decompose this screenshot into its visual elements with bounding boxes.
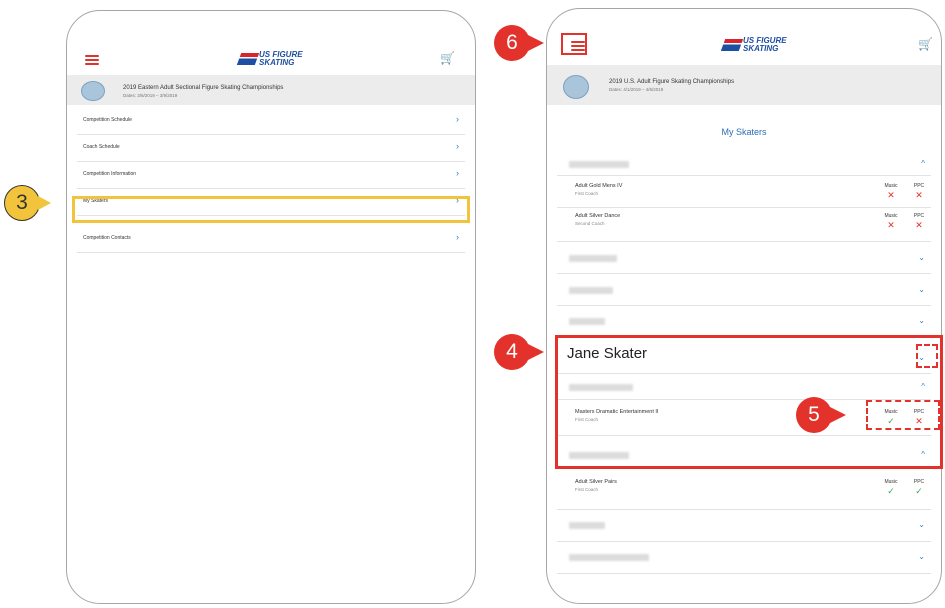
hamburger-menu-icon[interactable]: [85, 55, 99, 65]
logo-text: US FIGURE SKATING: [259, 50, 303, 67]
callout-3: 3: [4, 185, 51, 221]
redacted-skater-name: [569, 161, 629, 168]
check-mark-icon: ✓: [915, 486, 923, 496]
cart-icon[interactable]: 🛒: [918, 37, 933, 51]
ppc-label: PPC: [913, 479, 925, 485]
skater-header[interactable]: ⌄: [557, 509, 931, 542]
left-device-frame: US FIGURE SKATING 🛒 2019 Eastern Adult S…: [66, 10, 476, 604]
cart-icon[interactable]: 🛒: [440, 51, 455, 65]
x-mark-icon: ✕: [887, 220, 895, 230]
callout-5: 5: [796, 397, 846, 433]
skater-header[interactable]: ^: [557, 153, 931, 176]
menu-item-competition-information[interactable]: Competition Information ›: [77, 162, 465, 189]
event-name: Adult Silver Dance: [575, 213, 621, 219]
chevron-right-icon: ›: [456, 114, 459, 124]
redacted-skater-name: [569, 318, 605, 325]
x-mark-icon: ✕: [887, 190, 895, 200]
flag-icon: [236, 53, 260, 65]
callout-4: 4: [494, 334, 544, 370]
us-figure-skating-logo: US FIGURE SKATING: [720, 36, 789, 53]
us-figure-skating-logo: US FIGURE SKATING: [236, 50, 305, 67]
chevron-right-icon: ›: [456, 232, 459, 242]
callout-number: 3: [16, 191, 28, 214]
ppc-label: PPC: [913, 213, 925, 219]
menu-item-label: Coach Schedule: [83, 144, 120, 150]
competition-title: 2019 Eastern Adult Sectional Figure Skat…: [123, 85, 284, 91]
expand-chevron-highlight: [916, 344, 938, 368]
chevron-right-icon: ›: [456, 141, 459, 151]
competition-seal-icon: [81, 81, 105, 101]
status-highlight: [866, 400, 940, 430]
menu-item-coach-schedule[interactable]: Coach Schedule ›: [77, 135, 465, 162]
redacted-skater-name: [569, 554, 649, 561]
competition-banner: 2019 U.S. Adult Figure Skating Champions…: [547, 65, 941, 105]
redacted-skater-name: [569, 522, 605, 529]
menu-button-highlight: [561, 33, 587, 55]
competition-dates: Dates: 4/1/2019 – 4/6/2019: [609, 87, 664, 92]
event-row: Adult Gold Mens IV First Coach Music PPC…: [557, 175, 931, 208]
competition-title: 2019 U.S. Adult Figure Skating Champions…: [609, 79, 735, 85]
coach-name: First Coach: [575, 191, 599, 196]
chevron-down-icon: ⌄: [918, 552, 925, 561]
logo-text: US FIGURE SKATING: [743, 36, 787, 53]
callout-number: 4: [506, 340, 518, 363]
ppc-label: PPC: [913, 183, 925, 189]
top-bar: US FIGURE SKATING 🛒: [67, 11, 475, 75]
redacted-skater-name: [569, 287, 613, 294]
music-label: Music: [884, 479, 898, 485]
coach-name: First Coach: [575, 487, 599, 492]
menu-item-label: Competition Information: [83, 171, 137, 177]
skater-header[interactable]: ⌄: [557, 541, 931, 574]
skater-header[interactable]: ⌄: [557, 305, 931, 336]
callout-number: 5: [808, 403, 820, 426]
chevron-down-icon: ⌄: [918, 253, 925, 262]
competition-banner: 2019 Eastern Adult Sectional Figure Skat…: [67, 75, 475, 105]
skater-header[interactable]: ⌄: [557, 241, 931, 274]
event-name: Adult Gold Mens IV: [575, 183, 623, 189]
music-label: Music: [884, 213, 898, 219]
x-mark-icon: ✕: [915, 190, 923, 200]
competition-seal-icon: [563, 75, 589, 99]
event-name: Adult Silver Pairs: [575, 479, 617, 485]
coach-name: Second Coach: [575, 221, 605, 226]
skater-header[interactable]: ⌄: [557, 273, 931, 306]
chevron-down-icon: ⌄: [918, 520, 925, 529]
chevron-down-icon: ⌄: [918, 285, 925, 294]
menu-item-label: Competition Schedule: [83, 117, 132, 123]
event-row: Adult Silver Pairs First Coach Music PPC…: [557, 467, 931, 510]
menu-item-competition-contacts[interactable]: Competition Contacts ›: [77, 226, 465, 253]
callout-number: 6: [506, 31, 518, 54]
top-bar: US FIGURE SKATING 🛒: [547, 9, 941, 73]
check-mark-icon: ✓: [887, 486, 895, 496]
page-title: My Skaters: [721, 127, 767, 137]
callout-6: 6: [494, 25, 544, 61]
menu-item-competition-schedule[interactable]: Competition Schedule ›: [77, 108, 465, 135]
music-label: Music: [884, 183, 898, 189]
x-mark-icon: ✕: [915, 220, 923, 230]
flag-icon: [720, 39, 744, 51]
right-device-frame: US FIGURE SKATING 🛒 2019 U.S. Adult Figu…: [546, 8, 942, 604]
redacted-skater-name: [569, 255, 617, 262]
competition-dates: Dates: 3/6/2019 – 3/9/2019: [123, 93, 178, 98]
chevron-up-icon: ^: [921, 159, 925, 168]
chevron-down-icon: ⌄: [918, 316, 925, 325]
my-skaters-highlight: [72, 196, 470, 223]
event-row: Adult Silver Dance Second Coach Music PP…: [557, 207, 931, 242]
menu-item-label: Competition Contacts: [83, 235, 131, 241]
chevron-right-icon: ›: [456, 168, 459, 178]
